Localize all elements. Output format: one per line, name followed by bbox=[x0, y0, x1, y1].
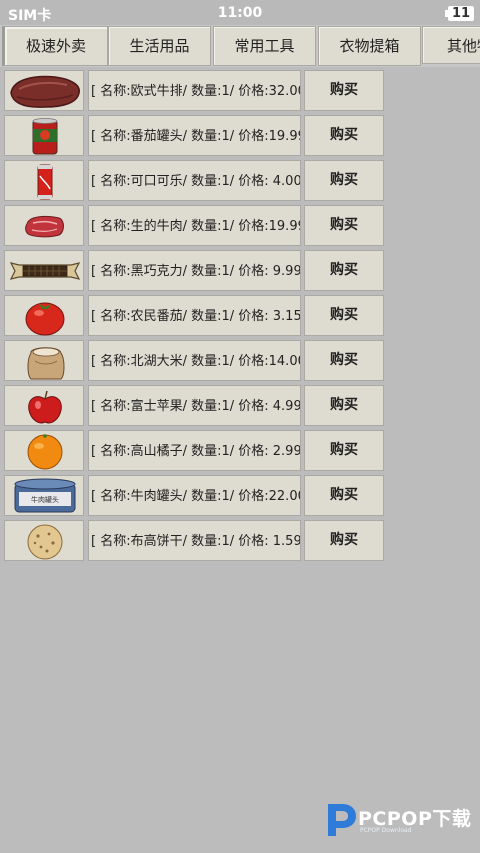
product-info: [ 名称:番茄罐头/ 数量:1/ 价格:19.99$] bbox=[88, 115, 301, 156]
buy-button[interactable]: 购买 bbox=[304, 520, 384, 561]
product-info: [ 名称:农民番茄/ 数量:1/ 价格: 3.15$] bbox=[88, 295, 301, 336]
beef-can-icon: 牛肉罐头 bbox=[14, 478, 76, 513]
chocolate-bar-icon bbox=[9, 262, 81, 280]
tab-clothing-box[interactable]: 衣物提箱 bbox=[318, 26, 421, 66]
watermark-sub: PCPOP Download bbox=[360, 827, 412, 834]
item-image bbox=[4, 70, 84, 111]
item-image: 牛肉罐头 bbox=[4, 475, 84, 516]
buy-button[interactable]: 购买 bbox=[304, 160, 384, 201]
item-image bbox=[4, 250, 84, 291]
buy-button[interactable]: 购买 bbox=[304, 385, 384, 426]
clock: 11:00 bbox=[217, 5, 263, 21]
buy-button[interactable]: 购买 bbox=[304, 115, 384, 156]
buy-button[interactable]: 购买 bbox=[304, 430, 384, 471]
item-image bbox=[4, 295, 84, 336]
item-image bbox=[4, 115, 84, 156]
product-info: [ 名称:黑巧克力/ 数量:1/ 价格: 9.99$] bbox=[88, 250, 301, 291]
item-image bbox=[4, 520, 84, 561]
buy-button[interactable]: 购买 bbox=[304, 340, 384, 381]
tab-common-tools[interactable]: 常用工具 bbox=[213, 26, 316, 66]
item-image bbox=[4, 160, 84, 201]
product-info: [ 名称:生的牛肉/ 数量:1/ 价格:19.99$] bbox=[88, 205, 301, 246]
product-info: [ 名称:高山橘子/ 数量:1/ 价格: 2.99$] bbox=[88, 430, 301, 471]
product-info: [ 名称:富士苹果/ 数量:1/ 价格: 4.99$] bbox=[88, 385, 301, 426]
rice-sack-icon bbox=[27, 347, 65, 380]
product-info: [ 名称:北湖大米/ 数量:1/ 价格:14.00$] bbox=[88, 340, 301, 381]
product-info: [ 名称:欧式牛排/ 数量:1/ 价格:32.00$] bbox=[88, 70, 301, 111]
product-info: [ 名称:牛肉罐头/ 数量:1/ 价格:22.00$] bbox=[88, 475, 301, 516]
product-info: [ 名称:可口可乐/ 数量:1/ 价格: 4.00$] bbox=[88, 160, 301, 201]
apple-icon bbox=[28, 390, 62, 424]
tomato-can-icon bbox=[32, 118, 58, 155]
orange-icon bbox=[27, 434, 63, 470]
tomato-icon bbox=[25, 302, 65, 336]
tab-other[interactable]: 其他物 bbox=[422, 26, 480, 64]
buy-button[interactable]: 购买 bbox=[304, 295, 384, 336]
battery-icon: 11 bbox=[445, 6, 474, 21]
tab-daily-goods[interactable]: 生活用品 bbox=[108, 26, 211, 66]
steak-icon bbox=[10, 75, 80, 108]
item-image bbox=[4, 430, 84, 471]
buy-button[interactable]: 购买 bbox=[304, 475, 384, 516]
item-image bbox=[4, 340, 84, 381]
buy-button[interactable]: 购买 bbox=[304, 250, 384, 291]
cola-can-icon bbox=[37, 164, 53, 200]
buy-button[interactable]: 购买 bbox=[304, 205, 384, 246]
raw-beef-icon bbox=[25, 215, 64, 238]
pcpop-logo-icon bbox=[328, 804, 356, 836]
pcpop-watermark: PCPOP下载 PCPOP Download bbox=[324, 800, 474, 840]
buy-button[interactable]: 购买 bbox=[304, 70, 384, 111]
item-image bbox=[4, 385, 84, 426]
biscuit-icon bbox=[27, 524, 63, 560]
beef-can-label: 牛肉罐头 bbox=[31, 495, 59, 504]
status-bar: SIM卡 11:00 11 bbox=[0, 0, 480, 26]
item-image bbox=[4, 205, 84, 246]
category-tabs: 极速外卖 生活用品 常用工具 衣物提箱 其他物 bbox=[0, 25, 480, 67]
product-info: [ 名称:布高饼干/ 数量:1/ 价格: 1.59$] bbox=[88, 520, 301, 561]
tab-fast-delivery[interactable]: 极速外卖 bbox=[2, 26, 108, 66]
